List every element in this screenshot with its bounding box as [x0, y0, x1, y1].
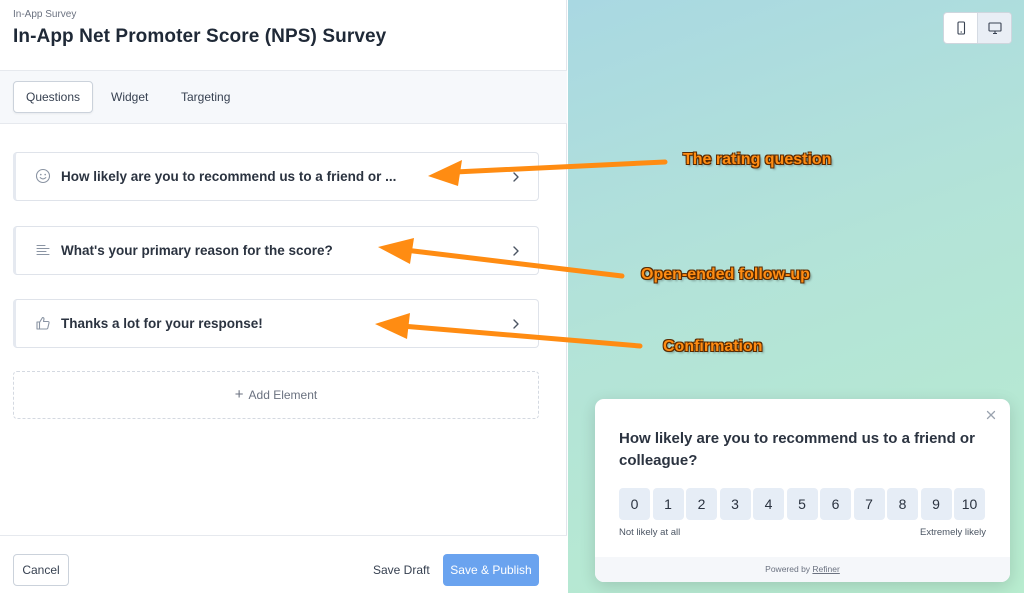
save-and-publish-button[interactable]: Save & Publish — [443, 554, 539, 586]
powered-by-text: Powered by — [765, 564, 811, 574]
element-label: Thanks a lot for your response! — [61, 316, 263, 331]
page-title: In-App Net Promoter Score (NPS) Survey — [13, 26, 387, 47]
element-card-confirmation[interactable]: Thanks a lot for your response! — [13, 299, 539, 348]
save-draft-button[interactable]: Save Draft — [366, 554, 437, 586]
refiner-link[interactable]: Refiner — [812, 564, 839, 574]
tab-targeting[interactable]: Targeting — [169, 81, 242, 113]
survey-editor-panel: In-App Survey In-App Net Promoter Score … — [0, 0, 567, 593]
tab-widget[interactable]: Widget — [99, 81, 160, 113]
scale-option-8[interactable]: 8 — [887, 488, 918, 520]
element-label: What's your primary reason for the score… — [61, 243, 333, 258]
scale-option-10[interactable]: 10 — [954, 488, 985, 520]
scale-option-9[interactable]: 9 — [920, 488, 952, 520]
chevron-right-icon — [511, 170, 521, 182]
nps-widget: How likely are you to recommend us to a … — [595, 399, 1010, 582]
widget-footer: Powered by Refiner — [595, 557, 1010, 582]
scale-high-label: Extremely likely — [920, 527, 986, 538]
tab-questions[interactable]: Questions — [13, 81, 94, 113]
scale-option-1[interactable]: 1 — [652, 488, 684, 520]
annotation-rating-question: The rating question — [683, 151, 832, 168]
scale-option-0[interactable]: 0 — [619, 488, 650, 520]
thumbs-up-icon — [35, 315, 51, 331]
scale-option-2[interactable]: 2 — [686, 488, 717, 520]
plus-icon: + — [234, 386, 244, 403]
add-element-label: Add Element — [248, 388, 318, 402]
annotation-confirmation: Confirmation — [663, 338, 763, 355]
element-label: How likely are you to recommend us to a … — [61, 169, 397, 184]
scale-option-3[interactable]: 3 — [719, 488, 751, 520]
scale-low-label: Not likely at all — [619, 527, 681, 538]
scale-option-6[interactable]: 6 — [820, 488, 851, 520]
element-card-rating-question[interactable]: How likely are you to recommend us to a … — [13, 152, 539, 201]
close-icon[interactable] — [983, 407, 999, 423]
breadcrumb: In-App Survey — [13, 9, 77, 20]
scale-option-4[interactable]: 4 — [753, 488, 784, 520]
desktop-view-button[interactable] — [978, 13, 1011, 43]
annotation-followup: Open-ended follow-up — [641, 266, 810, 283]
chevron-right-icon — [511, 317, 521, 329]
mobile-view-button[interactable] — [944, 13, 978, 43]
chevron-right-icon — [511, 244, 521, 256]
cancel-button[interactable]: Cancel — [13, 554, 69, 586]
add-element-button[interactable]: + Add Element — [13, 371, 539, 419]
editor-header: In-App Survey In-App Net Promoter Score … — [0, 0, 567, 71]
scale-option-5[interactable]: 5 — [786, 488, 818, 520]
tab-bar: Questions Widget Targeting — [0, 71, 567, 124]
editor-footer: Cancel Save Draft Save & Publish — [0, 535, 567, 593]
smiley-icon — [35, 168, 51, 184]
element-card-followup-question[interactable]: What's your primary reason for the score… — [13, 226, 539, 275]
scale-option-7[interactable]: 7 — [853, 488, 885, 520]
widget-question: How likely are you to recommend us to a … — [619, 430, 975, 469]
text-lines-icon — [35, 242, 51, 258]
device-switch — [943, 12, 1012, 44]
